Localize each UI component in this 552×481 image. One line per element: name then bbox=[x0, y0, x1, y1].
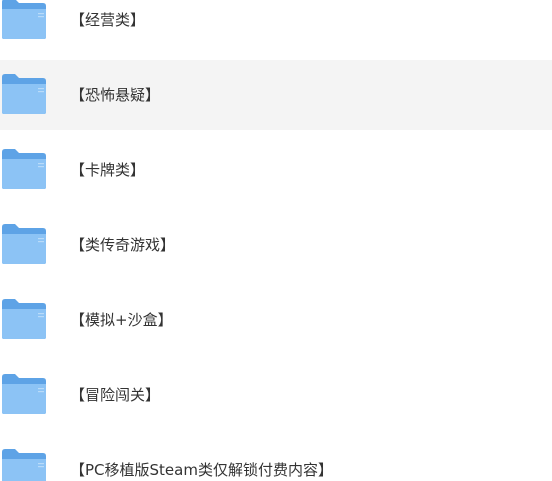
folder-icon bbox=[1, 373, 47, 415]
folder-icon bbox=[1, 0, 47, 40]
folder-row-chuanqi[interactable]: 【类传奇游戏】 bbox=[0, 210, 552, 280]
folder-icon bbox=[1, 448, 47, 481]
folder-name: 【卡牌类】 bbox=[70, 161, 146, 179]
folder-name: 【模拟+沙盒】 bbox=[70, 311, 173, 329]
folder-icon bbox=[1, 223, 47, 265]
folder-name: 【类传奇游戏】 bbox=[70, 236, 176, 254]
folder-icon bbox=[1, 73, 47, 115]
folder-name: 【恐怖悬疑】 bbox=[70, 86, 161, 104]
folder-icon bbox=[1, 148, 47, 190]
folder-list: 【经营类】 【恐怖悬疑】 【卡牌类】 【类传奇游戏】 【模拟+沙盒】 【冒险闯关… bbox=[0, 0, 552, 481]
folder-row-kongbu[interactable]: 【恐怖悬疑】 bbox=[0, 60, 552, 130]
folder-row-kapai[interactable]: 【卡牌类】 bbox=[0, 135, 552, 205]
folder-row-moni[interactable]: 【模拟+沙盒】 bbox=[0, 285, 552, 355]
folder-row-pc-steam[interactable]: 【PC移植版Steam类仅解锁付费内容】 bbox=[0, 435, 552, 481]
folder-icon bbox=[1, 298, 47, 340]
folder-row-jingying[interactable]: 【经营类】 bbox=[0, 0, 552, 55]
folder-row-maoxian[interactable]: 【冒险闯关】 bbox=[0, 360, 552, 430]
folder-name: 【冒险闯关】 bbox=[70, 386, 161, 404]
folder-name: 【经营类】 bbox=[70, 11, 146, 29]
folder-name: 【PC移植版Steam类仅解锁付费内容】 bbox=[70, 461, 333, 479]
